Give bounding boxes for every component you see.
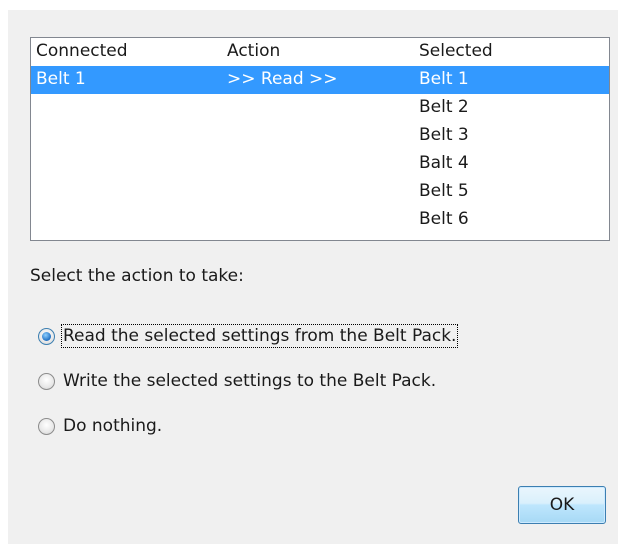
radio-button-icon[interactable] (38, 417, 55, 435)
cell-selected: Belt 6 (419, 209, 469, 229)
cell-selected: Belt 3 (419, 125, 469, 145)
cell-selected: Belt 2 (419, 97, 469, 117)
list-header: Connected Action Selected (31, 38, 609, 66)
radio-label[interactable]: Write the selected settings to the Belt … (63, 371, 436, 391)
list-row[interactable]: Belt 2 (31, 94, 609, 122)
cell-selected: Belt 5 (419, 181, 469, 201)
column-header-action[interactable]: Action (227, 41, 280, 61)
radio-button-checked-icon[interactable] (38, 327, 55, 345)
action-dialog: Connected Action Selected Belt 1 >> Read… (8, 10, 618, 544)
list-row[interactable]: Belt 3 (31, 122, 609, 150)
list-row[interactable]: Belt 6 (31, 206, 609, 234)
cell-selected: Belt 1 (419, 69, 469, 89)
list-row[interactable]: Belt 5 (31, 178, 609, 206)
cell-selected: Balt 4 (419, 153, 469, 173)
cell-action: >> Read >> (227, 69, 338, 89)
radio-label[interactable]: Do nothing. (63, 416, 162, 436)
column-header-connected[interactable]: Connected (36, 41, 128, 61)
radio-write-settings[interactable]: Write the selected settings to the Belt … (38, 371, 436, 391)
action-prompt: Select the action to take: (30, 266, 244, 286)
radio-button-icon[interactable] (38, 372, 55, 390)
list-row[interactable]: Balt 4 (31, 150, 609, 178)
list-row[interactable]: Belt 1 >> Read >> Belt 1 (31, 66, 609, 94)
radio-label[interactable]: Read the selected settings from the Belt… (60, 324, 459, 348)
ok-button[interactable]: OK (518, 486, 606, 524)
radio-read-settings[interactable]: Read the selected settings from the Belt… (38, 324, 459, 348)
belt-list[interactable]: Connected Action Selected Belt 1 >> Read… (30, 37, 610, 241)
cell-connected: Belt 1 (36, 69, 86, 89)
column-header-selected[interactable]: Selected (419, 41, 493, 61)
radio-do-nothing[interactable]: Do nothing. (38, 416, 162, 436)
